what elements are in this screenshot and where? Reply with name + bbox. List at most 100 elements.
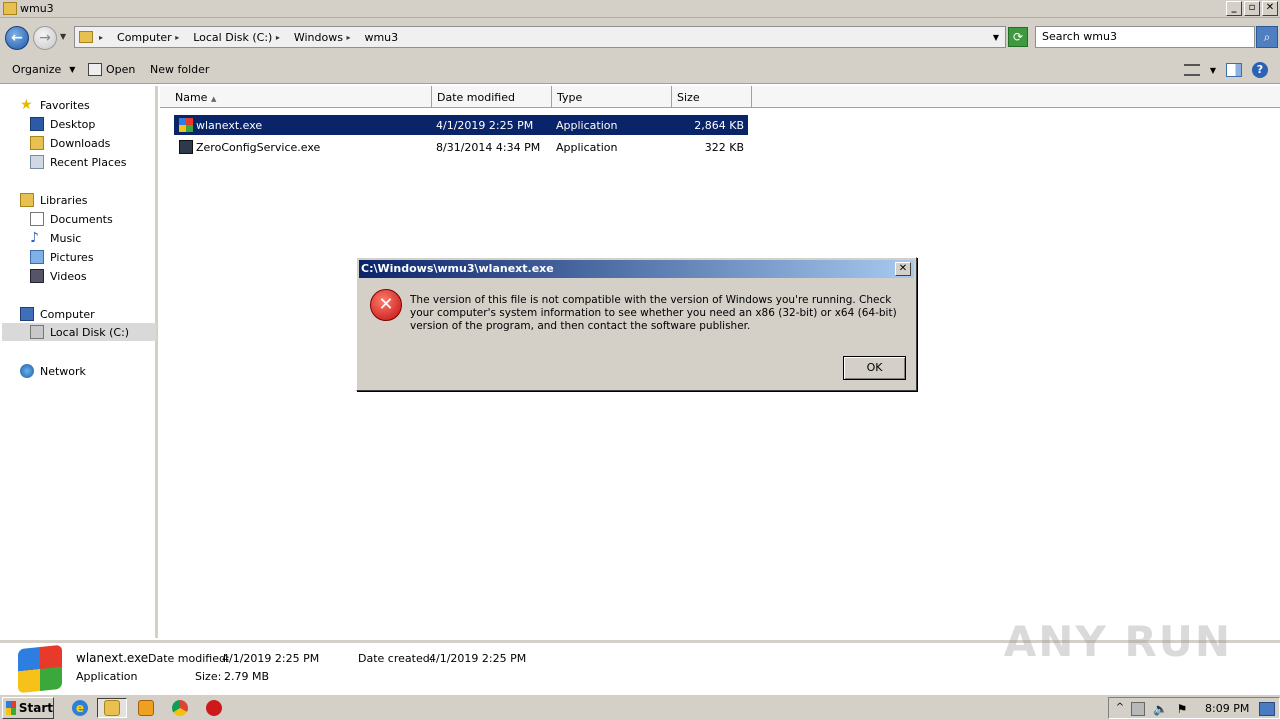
window-controls: _ ▫ ✕ [1226,1,1278,16]
navigation-pane: ★ Favorites Desktop Downloads Recent Plac… [0,86,158,638]
sidebar-item-local-disk[interactable]: Local Disk (C:) [2,323,156,341]
chevron-down-icon[interactable]: ▼ [1210,66,1216,75]
open-button[interactable]: Open [88,63,135,76]
volume-icon[interactable]: 🔈 [1153,702,1168,716]
sidebar-item-music[interactable]: ♪ Music [30,229,81,247]
taskbar-explorer[interactable] [97,698,127,718]
taskbar: Start e ^ 🔈 ⚑ 8:09 PM [0,694,1280,720]
application-icon [179,140,193,154]
new-folder-button[interactable]: New folder [150,63,209,76]
opera-icon [206,700,222,716]
breadcrumb-root[interactable]: ▸ [99,33,109,42]
refresh-button[interactable]: ⟳ [1008,27,1028,47]
dialog-close-button[interactable]: ✕ [895,262,911,276]
details-size: 2.79 MB [224,670,270,683]
error-dialog: C:\Windows\wmu3\wlanext.exe ✕ ✕ The vers… [356,257,917,391]
breadcrumb-local-disk[interactable]: Local Disk (C:) ▸ [193,31,286,44]
view-controls: ▼ ? [1183,62,1268,78]
column-header-spacer [160,86,170,108]
details-pane: wlanext.exe Date modified: 4/1/2019 2:25… [0,617,1280,694]
sidebar-item-network[interactable]: Network [20,362,86,380]
column-header-type[interactable]: Type [552,86,672,108]
organize-button[interactable]: Organize ▼ [12,63,75,76]
address-bar[interactable]: ▸ Computer ▸ Local Disk (C:) ▸ Windows ▸… [74,26,1006,48]
details-filename: wlanext.exe [76,651,149,665]
sidebar-item-recent-places[interactable]: Recent Places [30,153,127,171]
window-title: wmu3 [20,2,54,15]
music-icon: ♪ [30,230,39,246]
details-date-created: 4/1/2019 2:25 PM [429,652,527,665]
sidebar-item-favorites[interactable]: ★ Favorites [20,96,90,114]
sidebar-item-desktop[interactable]: Desktop [30,115,95,133]
column-header-size[interactable]: Size [672,86,752,108]
details-type: Application [76,670,138,683]
star-icon: ★ [20,97,33,113]
back-button[interactable]: ← [5,26,29,50]
recent-pages-dropdown[interactable]: ▼ [60,32,66,41]
libraries-icon [20,193,34,207]
close-button[interactable]: ✕ [1262,1,1278,16]
downloads-icon [30,136,44,150]
error-icon: ✕ [370,289,402,321]
forward-button[interactable]: → [33,26,57,50]
column-header-name[interactable]: Name ▲ [170,86,432,108]
flag-icon[interactable]: ⚑ [1175,702,1189,716]
ok-button[interactable]: OK [843,356,906,380]
details-date-created-label: Date created: [358,652,434,665]
disk-icon [30,325,44,339]
network-icon [20,364,34,378]
recent-places-icon [30,155,44,169]
network-tray-icon[interactable] [1131,702,1145,716]
pictures-icon [30,250,44,264]
chrome-icon [172,700,188,716]
column-header-date[interactable]: Date modified [432,86,552,108]
breadcrumb-windows[interactable]: Windows ▸ [294,31,357,44]
file-row[interactable]: ZeroConfigService.exe 8/31/2014 4:34 PM … [174,137,748,157]
minimize-button[interactable]: _ [1226,1,1242,16]
address-row: ← → ▼ ▸ Computer ▸ Local Disk (C:) ▸ Win… [0,18,1280,56]
sidebar-item-libraries[interactable]: Libraries [20,191,88,209]
preview-pane-icon[interactable] [1226,63,1242,77]
sidebar-item-computer[interactable]: Computer [20,305,95,323]
sidebar-item-videos[interactable]: Videos [30,267,87,285]
taskbar-media-player[interactable] [131,698,161,718]
sidebar-item-downloads[interactable]: Downloads [30,134,110,152]
sidebar-item-documents[interactable]: Documents [30,210,113,228]
details-size-label: Size: [195,670,222,683]
maximize-button[interactable]: ▫ [1244,1,1260,16]
chevron-right-icon: ▸ [175,32,180,42]
command-bar: Organize ▼ Open New folder ▼ ? [0,56,1280,84]
clock[interactable]: 8:09 PM [1205,702,1249,715]
dialog-titlebar: C:\Windows\wmu3\wlanext.exe ✕ [359,260,914,278]
show-desktop-icon[interactable] [1259,702,1275,716]
views-icon[interactable] [1183,64,1200,76]
taskbar-internet-explorer[interactable]: e [65,698,95,718]
chevron-up-icon[interactable]: ^ [1113,702,1127,716]
start-button[interactable]: Start [2,697,54,719]
taskbar-opera[interactable] [199,698,229,718]
chevron-down-icon[interactable]: ▼ [993,33,999,42]
help-icon[interactable]: ? [1252,62,1268,78]
details-date-modified-label: Date modified: [148,652,230,665]
windows-app-icon [179,118,193,132]
breadcrumb-computer[interactable]: Computer ▸ [117,31,185,44]
sort-ascending-icon: ▲ [210,95,217,103]
chevron-right-icon: ▸ [99,32,104,42]
windows-logo-icon [6,701,16,715]
breadcrumb-wmu3[interactable]: wmu3 [364,31,398,44]
search-input[interactable]: Search wmu3 [1035,26,1255,48]
file-row[interactable]: wlanext.exe 4/1/2019 2:25 PM Application… [174,115,748,135]
taskbar-chrome[interactable] [165,698,195,718]
search-icon[interactable]: ⌕ [1256,26,1278,48]
chevron-right-icon: ▸ [275,32,280,42]
system-tray: ^ 🔈 ⚑ 8:09 PM [1108,697,1280,719]
chevron-down-icon: ▼ [69,65,76,74]
documents-icon [30,212,44,226]
anyrun-watermark: ANY RUN [1003,617,1232,666]
windows-app-icon [18,644,62,694]
sidebar-item-pictures[interactable]: Pictures [30,248,94,266]
folder-icon [104,700,120,716]
dialog-title: C:\Windows\wmu3\wlanext.exe [361,262,554,275]
open-icon [88,63,102,76]
desktop-icon [30,117,44,131]
